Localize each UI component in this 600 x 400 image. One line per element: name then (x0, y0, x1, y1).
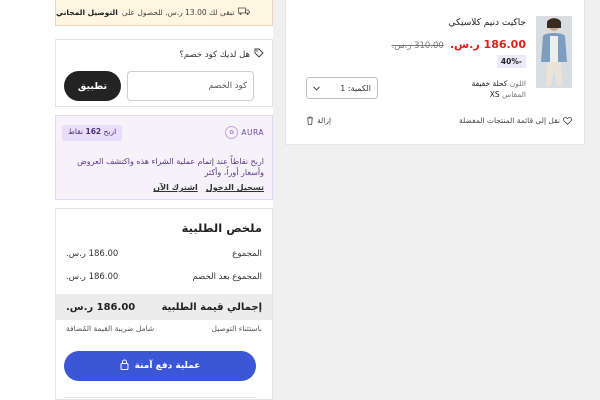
cart-panel: جاكيت دنيم كلاسيكي 186.00 ر.س. 310.00 ر.… (273, 0, 600, 400)
aura-message: اربح نقاطاً عند إتمام عملية الشراء هذه و… (77, 157, 264, 177)
aura-points-badge: اربح 162 نقاط (62, 125, 123, 141)
color-value: كحلة خفيفة (471, 79, 508, 88)
points-prefix: اربح (103, 127, 117, 136)
size-attribute: المقاس XS (490, 90, 526, 99)
aura-logo: ✿ AURA (225, 126, 264, 139)
current-price: 186.00 ر.س. (449, 38, 526, 51)
aura-join-link[interactable]: اشترك الآن (153, 183, 198, 192)
total-value: 186.00 ر.س. (66, 301, 136, 313)
free-shipping-banner: تبقى لك 13.00 ر.س. للحصول على التوصيل ال… (55, 0, 273, 26)
heart-icon (563, 116, 572, 125)
summary-title: ملخص الطلبية (181, 221, 262, 235)
shipping-excluded-note: باستثناء التوصيل (211, 324, 262, 333)
color-label: اللون (509, 79, 526, 88)
aura-loyalty-section: اربح 162 نقاط ✿ AURA اربح نقاطاً عند إتم… (55, 115, 273, 200)
coupon-code-input[interactable] (127, 71, 254, 101)
cart-item-card: جاكيت دنيم كلاسيكي 186.00 ر.س. 310.00 ر.… (285, 0, 585, 145)
color-attribute: اللون كحلة خفيفة (472, 79, 526, 88)
after-discount-value: 186.00 ر.س. (66, 272, 119, 282)
quantity-select[interactable]: الكمية: 1 (306, 77, 378, 99)
product-image[interactable] (536, 16, 572, 88)
order-total-row: إجمالي قيمة الطلبية 186.00 ر.س. (56, 294, 272, 320)
after-discount-row: المجموع بعد الخصم 186.00 ر.س. (66, 272, 262, 282)
checkout-label: عملية دفع آمنة (134, 361, 201, 371)
vat-included-note: شامل ضريبة القيمة المُضافة (66, 324, 155, 333)
price-row: 186.00 ر.س. 310.00 ر.س. (392, 38, 527, 51)
tag-icon (254, 48, 264, 61)
aura-brand-text: AURA (241, 128, 264, 137)
trash-icon (306, 116, 314, 125)
remove-button[interactable]: إزالة (306, 116, 331, 125)
truck-icon (238, 7, 251, 18)
after-discount-label: المجموع بعد الخصم (192, 272, 262, 282)
shipping-bold-text: التوصيل المجاني (56, 8, 118, 17)
coupon-question-text: هل لديك كود خصم؟ (179, 49, 250, 60)
size-value: XS (489, 90, 500, 99)
aura-logo-icon: ✿ (225, 126, 239, 139)
cart-item-actions: إزالة نقل إلى قائمة المنتجات المفضلة (286, 116, 584, 125)
subtotal-row: المجموع 186.00 ر.س. (66, 249, 262, 259)
subtotal-value: 186.00 ر.س. (66, 249, 119, 259)
points-value: 162 (85, 127, 102, 136)
aura-login-link[interactable]: تسجيل الدخول (206, 183, 264, 192)
quantity-value: الكمية: 1 (340, 83, 371, 93)
remove-label: إزالة (317, 116, 332, 125)
total-label: إجمالي قيمة الطلبية (161, 301, 262, 313)
move-to-wishlist-button[interactable]: نقل إلى قائمة المنتجات المفضلة (459, 116, 572, 125)
wishlist-label: نقل إلى قائمة المنتجات المفضلة (459, 116, 560, 125)
discount-badge: 40%- (496, 55, 526, 68)
original-price: 310.00 ر.س. (391, 41, 444, 51)
aura-links: تسجيل الدخول اشترك الآن (153, 183, 264, 192)
order-summary: ملخص الطلبية المجموع 186.00 ر.س. المجموع… (55, 208, 273, 400)
coupon-section: هل لديك كود خصم؟ تطبيق (55, 39, 273, 107)
subtotal-label: المجموع (232, 249, 262, 259)
chevron-down-icon (313, 84, 320, 93)
apply-coupon-button[interactable]: تطبيق (64, 71, 121, 101)
secure-checkout-button[interactable]: عملية دفع آمنة (64, 351, 256, 381)
lock-icon (120, 359, 129, 373)
product-name[interactable]: جاكيت دنيم كلاسيكي (449, 18, 526, 28)
shipping-text: تبقى لك 13.00 ر.س. للحصول على (121, 8, 235, 17)
tax-note-row: باستثناء التوصيل شامل ضريبة القيمة المُض… (66, 324, 262, 333)
points-suffix: نقاط (68, 127, 84, 136)
coupon-question: هل لديك كود خصم؟ (179, 48, 264, 61)
size-label: المقاس (502, 90, 526, 99)
